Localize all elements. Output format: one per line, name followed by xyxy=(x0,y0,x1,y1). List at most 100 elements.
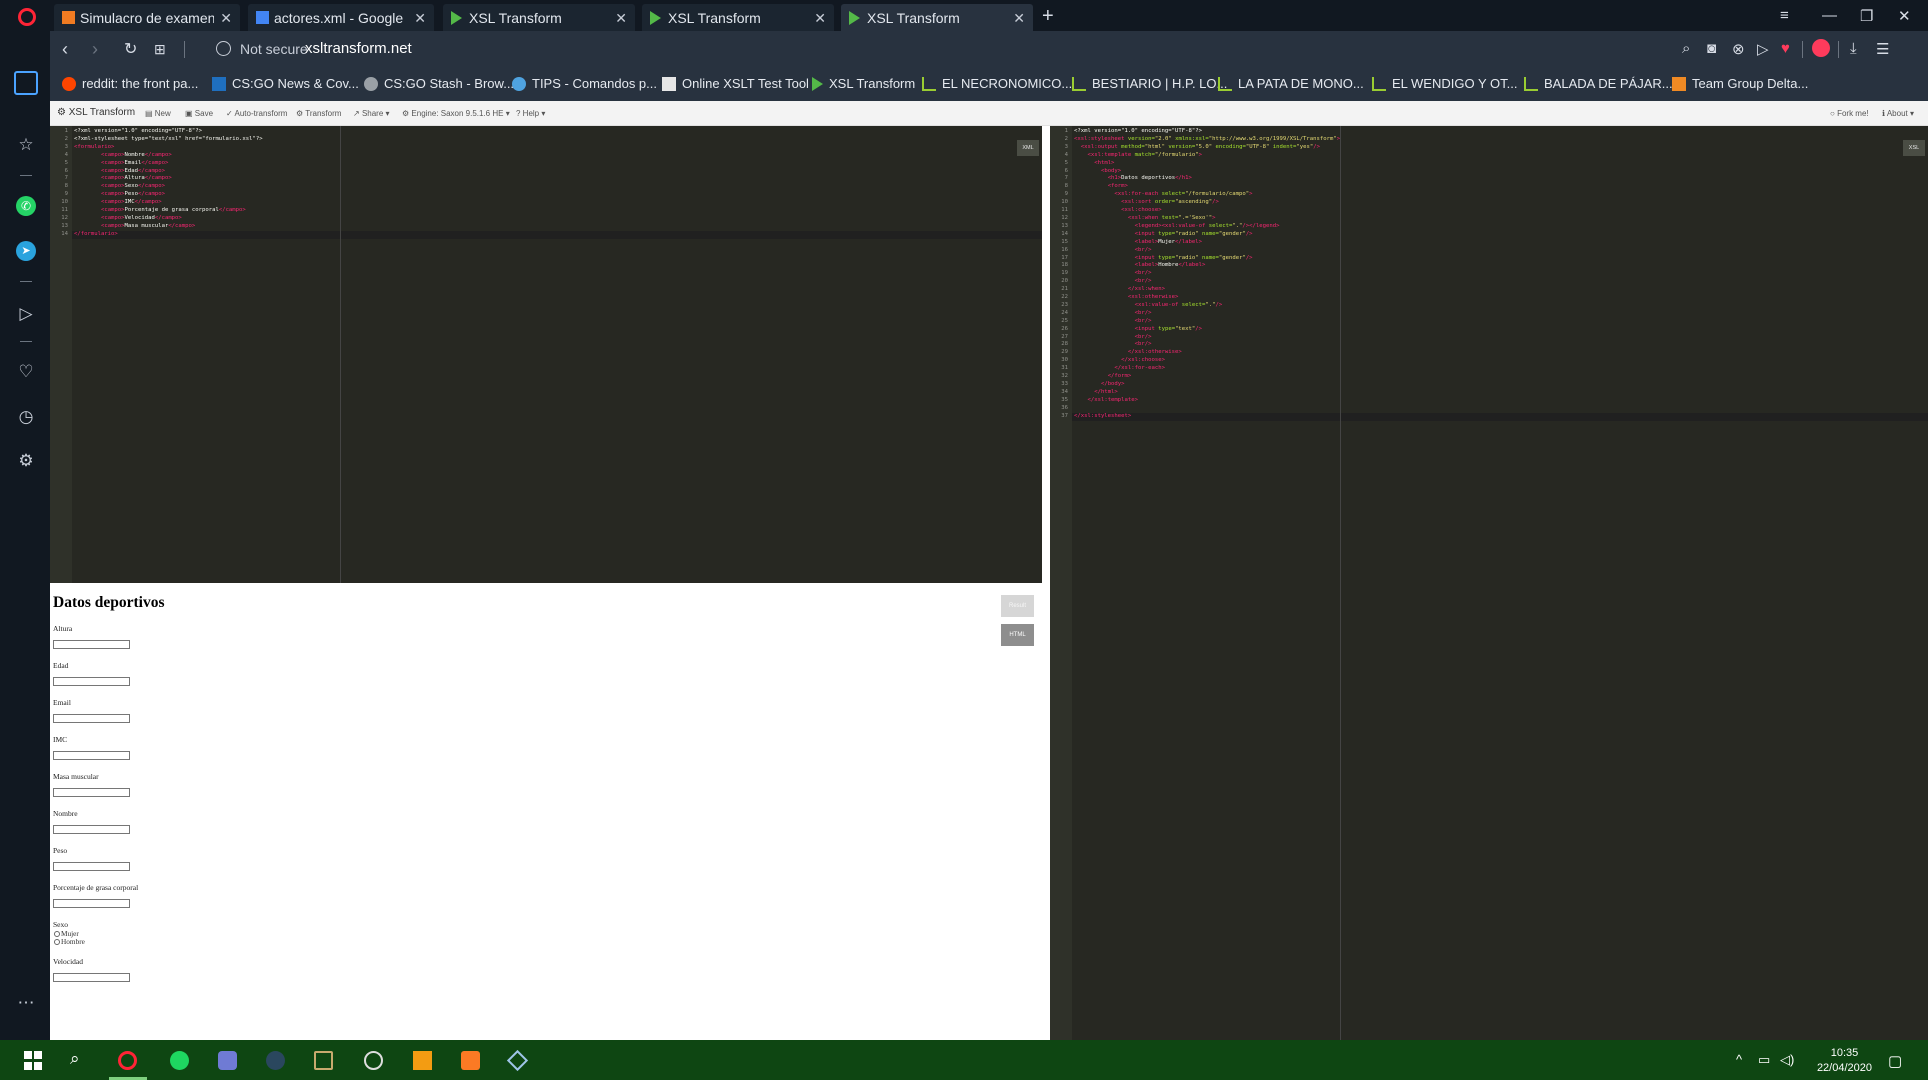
forward-button[interactable]: › xyxy=(92,39,98,60)
bookmark-5[interactable]: Online XSLT Test Tool xyxy=(662,76,809,91)
send-icon[interactable]: ▷ xyxy=(16,304,36,324)
heart-icon[interactable]: ♥ xyxy=(1781,40,1790,57)
url-field[interactable]: xsltransform.net xyxy=(305,40,412,57)
html-button[interactable]: HTML xyxy=(1001,624,1034,646)
telegram-icon[interactable]: ➤ xyxy=(16,241,36,261)
bookmark-8[interactable]: BESTIARIO | H.P. LO... xyxy=(1072,76,1227,91)
sublime-icon[interactable] xyxy=(413,1051,432,1070)
opera-icon[interactable] xyxy=(118,1051,137,1070)
restore-button[interactable]: ❐ xyxy=(1860,7,1873,25)
tab-2[interactable]: actores.xml - Google Drive ✕ xyxy=(248,4,434,31)
text-input[interactable] xyxy=(53,677,130,686)
text-input[interactable] xyxy=(53,899,130,908)
start-pane xyxy=(24,1051,32,1059)
page-icon xyxy=(662,76,676,91)
text-input[interactable] xyxy=(53,640,130,649)
text-input[interactable] xyxy=(53,751,130,760)
home-icon[interactable] xyxy=(14,71,38,95)
xsl-editor[interactable]: 1 2 3 4 5 6 7 8 9 10 11 12 13 14 15 16 1… xyxy=(1050,126,1928,1040)
save-button[interactable]: ▣ Save xyxy=(185,109,213,118)
fork-button[interactable]: ○ Fork me! xyxy=(1830,109,1869,118)
radio-option-hombre[interactable]: Hombre xyxy=(54,937,85,946)
tray-chevron-icon[interactable]: ^ xyxy=(1736,1052,1742,1067)
bookmark-6[interactable]: XSL Transform xyxy=(812,76,915,91)
history-icon[interactable]: ◷ xyxy=(16,407,36,427)
opera-logo-icon[interactable] xyxy=(18,8,36,26)
l-icon xyxy=(922,76,936,91)
volume-icon[interactable]: ◁) xyxy=(1780,1052,1794,1068)
network-icon[interactable]: ▭ xyxy=(1758,1052,1770,1068)
heart-icon[interactable]: ♡ xyxy=(16,362,36,382)
star-icon[interactable]: ☆ xyxy=(16,135,36,155)
close-window-button[interactable]: ✕ xyxy=(1898,7,1911,25)
bookmark-4[interactable]: TIPS - Comandos p... xyxy=(512,76,657,91)
text-input[interactable] xyxy=(53,862,130,871)
settings-icon[interactable]: ⚙ xyxy=(16,451,36,471)
xsl-badge: XSL xyxy=(1903,140,1925,156)
discord-icon[interactable] xyxy=(218,1051,237,1070)
bookmark-3[interactable]: CS:GO Stash - Brow... xyxy=(364,76,514,91)
clock[interactable]: 10:35 22/04/2020 xyxy=(1817,1046,1872,1076)
result-button[interactable]: Result xyxy=(1001,595,1034,617)
close-icon[interactable]: ✕ xyxy=(615,10,627,27)
bookmark-2[interactable]: CS:GO News & Cov... xyxy=(212,76,359,91)
close-icon[interactable]: ✕ xyxy=(414,10,426,27)
brand[interactable]: ⚙ XSL Transform xyxy=(57,107,135,118)
windows-start-icon[interactable] xyxy=(24,1051,43,1070)
new-button[interactable]: ▤ New xyxy=(145,109,171,118)
minimize-button[interactable]: — xyxy=(1822,7,1837,24)
share-button[interactable]: ↗ Share ▾ xyxy=(353,109,390,118)
tab-4[interactable]: XSL Transform ✕ xyxy=(642,4,834,31)
adblock-icon[interactable]: ⊗ xyxy=(1732,40,1745,58)
auto-transform-button[interactable]: ✓ Auto-transform xyxy=(226,109,287,118)
profile-avatar[interactable] xyxy=(1812,39,1830,57)
obs-icon[interactable] xyxy=(364,1051,383,1070)
xml-editor[interactable]: 1 2 3 4 5 6 7 8 9 10 11 12 13 14 <?xml v… xyxy=(50,126,1042,583)
bookmark-12[interactable]: Team Group Delta... xyxy=(1672,76,1808,91)
easy-setup-icon[interactable]: ☰ xyxy=(1876,40,1889,58)
spotify-icon[interactable] xyxy=(170,1051,189,1070)
league-icon[interactable] xyxy=(314,1051,333,1070)
tab-menu-icon[interactable]: ≡ xyxy=(1780,7,1789,24)
search-icon[interactable]: ⌕ xyxy=(1682,40,1690,57)
text-input[interactable] xyxy=(53,714,130,723)
transform-button[interactable]: ⚙ Transform xyxy=(296,109,341,118)
close-icon[interactable]: ✕ xyxy=(220,10,232,27)
radio-button[interactable] xyxy=(54,938,60,945)
engine-select[interactable]: ⚙ Engine: Saxon 9.5.1.6 HE ▾ xyxy=(402,109,510,118)
text-input[interactable] xyxy=(53,788,130,797)
security-indicator[interactable]: Not secure xyxy=(240,41,308,57)
help-button[interactable]: ? Help ▾ xyxy=(516,109,545,118)
whatsapp-icon[interactable]: ✆ xyxy=(16,196,36,216)
speed-dial-icon[interactable]: ⊞ xyxy=(154,41,166,58)
tab-3[interactable]: XSL Transform ✕ xyxy=(443,4,635,31)
about-button[interactable]: ℹ About ▾ xyxy=(1882,109,1914,118)
tab-1[interactable]: Simulacro de examen de X ✕ xyxy=(54,4,240,31)
notifications-icon[interactable]: ▢ xyxy=(1888,1052,1902,1070)
text-input[interactable] xyxy=(53,825,130,834)
send-icon[interactable]: ▷ xyxy=(1757,40,1769,58)
more-icon[interactable]: ⋯ xyxy=(16,993,36,1013)
bookmark-9[interactable]: LA PATA DE MONO... xyxy=(1218,76,1364,91)
bookmark-1[interactable]: reddit: the front pa... xyxy=(62,76,198,91)
search-icon[interactable]: ⌕ xyxy=(70,1049,89,1068)
reload-button[interactable]: ↻ xyxy=(124,39,137,59)
virtualbox-icon[interactable] xyxy=(506,1049,529,1072)
bookmark-7[interactable]: EL NECRONOMICO... xyxy=(922,76,1072,91)
text-input[interactable] xyxy=(53,973,130,982)
globe-icon[interactable] xyxy=(216,41,231,56)
pane-divider[interactable] xyxy=(1042,126,1050,1040)
close-icon[interactable]: ✕ xyxy=(814,10,826,27)
camera-icon[interactable]: ◙ xyxy=(1707,40,1716,57)
steam-icon[interactable] xyxy=(266,1051,285,1070)
xampp-icon[interactable] xyxy=(461,1051,480,1070)
close-icon[interactable]: ✕ xyxy=(1013,10,1025,27)
bookmark-10[interactable]: EL WENDIGO Y OT... xyxy=(1372,76,1517,91)
new-tab-button[interactable]: + xyxy=(1042,5,1054,28)
tab-5-active[interactable]: XSL Transform ✕ xyxy=(841,4,1033,31)
download-icon[interactable]: ⤓ xyxy=(1850,40,1857,57)
bookmark-11[interactable]: BALADA DE PÁJAR... xyxy=(1524,76,1673,91)
play-icon xyxy=(812,76,823,91)
back-button[interactable]: ‹ xyxy=(62,39,68,60)
radio-button[interactable] xyxy=(54,930,60,937)
